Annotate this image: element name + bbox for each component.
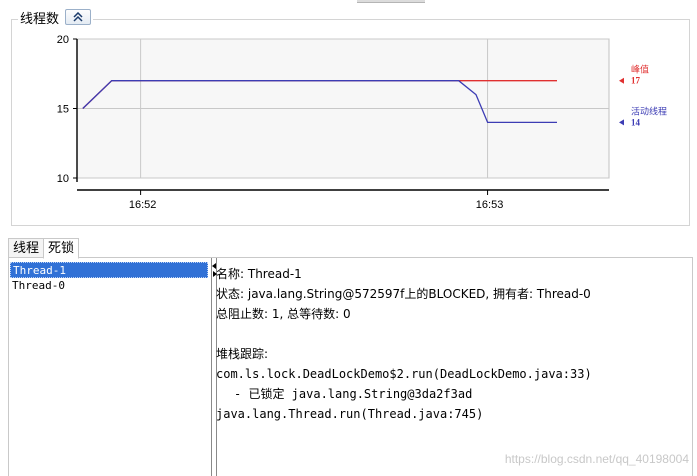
stack-lock-line: - 已锁定 java.lang.String@3da2f3ad (234, 387, 473, 401)
collapse-button[interactable] (65, 9, 92, 25)
y-tick-label: 10 (57, 173, 69, 185)
thread-count-chart: 20 15 10 16:52 16:53 峰值17 活动线程14 (57, 34, 667, 211)
stack-trace-title: 堆栈跟踪: (216, 347, 269, 361)
y-tick-label: 20 (57, 34, 69, 46)
thread-state-line: 状态: java.lang.String@572597f上的BLOCKED, 拥… (216, 287, 591, 301)
tab-threads[interactable]: 线程 (8, 238, 45, 258)
top-tab-stub[interactable] (357, 0, 425, 3)
tab-bar: 线程 死锁 (8, 238, 80, 259)
deadlock-thread-list: Thread-1 Thread-0 (10, 262, 208, 476)
thread-count-panel-header: 线程数 (18, 8, 94, 27)
x-tick-label: 16:52 (129, 199, 157, 211)
top-toolbar (0, 0, 697, 6)
x-tick-label: 16:53 (476, 199, 504, 211)
panel-title: 线程数 (20, 11, 60, 27)
list-item-thread-0[interactable]: Thread-0 (10, 278, 208, 294)
legend-label-0: 峰值 (631, 64, 649, 76)
thread-counts-line: 总阻止数: 1, 总等待数: 0 (216, 307, 351, 321)
watermark: https://blog.csdn.net/qq_40198004 (504, 452, 689, 466)
stack-frame: com.ls.lock.DeadLockDemo$2.run(DeadLockD… (216, 367, 592, 381)
y-tick-label: 15 (57, 104, 69, 116)
tab-deadlock[interactable]: 死锁 (43, 238, 80, 259)
double-chevron-up-icon (73, 12, 83, 22)
thread-name-line: 名称: Thread-1 (216, 267, 302, 281)
series-marker-0 (619, 77, 624, 84)
thread-details: 名称: Thread-1 状态: java.lang.String@572597… (216, 264, 686, 424)
legend-value-0: 17 (631, 76, 641, 86)
list-item-thread-1[interactable]: Thread-1 (10, 262, 208, 278)
series-marker-1 (619, 119, 624, 126)
legend-label-1: 活动线程 (631, 105, 667, 117)
stack-frame: java.lang.Thread.run(Thread.java:745) (216, 407, 484, 421)
thread-count-panel: 20 15 10 16:52 16:53 峰值 17 活动线程 14 (11, 19, 690, 226)
legend-value-1: 14 (631, 117, 641, 127)
